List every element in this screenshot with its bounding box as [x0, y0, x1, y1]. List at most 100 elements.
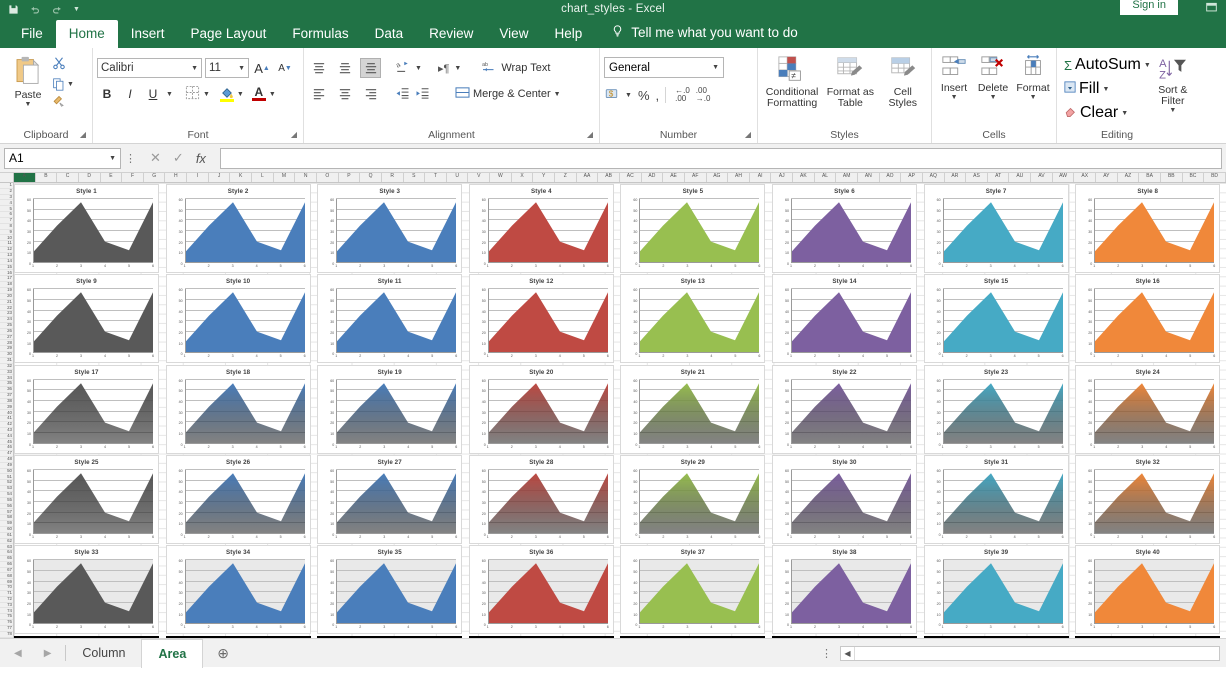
column-header-H[interactable]: H: [165, 173, 188, 182]
area-series[interactable]: [336, 380, 457, 444]
area-series[interactable]: [184, 289, 305, 354]
chart-plot-area[interactable]: 0 10 20 30 40 50 60 1 2 3 4 5 6: [633, 288, 760, 358]
chart-thumbnail-13[interactable]: Style 13 0 10 20 30 40 50 60 1 2 3 4 5 6: [620, 274, 766, 364]
chart-thumbnail-7[interactable]: Style 7 0 10 20 30 40 50 60 1 2 3 4 5 6: [923, 184, 1069, 273]
enter-icon[interactable]: ✓: [173, 150, 184, 166]
chart-thumbnail-4[interactable]: Style 4 0 10 20 30 40 50 60 1 2 3 4 5 6: [468, 184, 614, 273]
cell-styles-button[interactable]: Cell Styles: [878, 53, 927, 109]
cancel-icon[interactable]: ✕: [150, 150, 161, 166]
font-dialog-launcher-icon[interactable]: ◢: [291, 127, 297, 142]
autosum-button[interactable]: Σ AutoSum ▼: [1061, 55, 1154, 75]
merge-center-button[interactable]: Merge & Center ▼: [452, 85, 564, 103]
column-header-Z[interactable]: Z: [555, 173, 577, 182]
area-series[interactable]: [639, 470, 760, 534]
chart-plot-area[interactable]: 0 10 20 30 40 50 60 1 2 3 4 5 6: [633, 198, 760, 268]
chart-thumbnail-15[interactable]: Style 15 0 10 20 30 40 50 60 1 2 3 4 5 6: [923, 274, 1069, 364]
name-box[interactable]: A1 ▼: [4, 147, 121, 169]
chevron-down-icon[interactable]: ▼: [67, 81, 74, 88]
chart-plot-area[interactable]: 0 10 20 30 40 50 60 1 2 3 4 5 6: [633, 468, 760, 539]
sheet-tab-column[interactable]: Column: [66, 639, 141, 668]
new-sheet-icon[interactable]: ⊕: [203, 645, 243, 662]
fill-color-icon[interactable]: [219, 87, 234, 102]
chart-thumbnail-44[interactable]: Style 440102030405060123456: [468, 635, 614, 638]
decrease-font-size-icon[interactable]: A ▼: [275, 58, 295, 78]
column-header-AP[interactable]: AP: [901, 173, 923, 182]
chart-thumbnail-29[interactable]: Style 29 0 10 20 30 40 50 60 1 2 3 4 5 6: [620, 454, 766, 544]
column-header-AZ[interactable]: AZ: [1118, 173, 1140, 182]
copy-button[interactable]: ▼: [52, 78, 74, 91]
text-direction-icon[interactable]: ▸¶: [438, 62, 449, 75]
chart-thumbnail-14[interactable]: Style 14 0 10 20 30 40 50 60 1 2 3 4 5 6: [772, 274, 917, 364]
tab-data[interactable]: Data: [362, 20, 417, 48]
chart-thumbnail-9[interactable]: Style 9 0 10 20 30 40 50 60 1 2 3 4 5 6: [14, 274, 159, 364]
decrease-decimal-icon[interactable]: .00 →.0: [696, 87, 711, 103]
chevron-down-icon[interactable]: ▼: [238, 65, 245, 72]
wrap-text-button[interactable]: ab Wrap Text: [479, 59, 553, 78]
increase-indent-icon[interactable]: [415, 87, 430, 102]
chart-plot-area[interactable]: 0 10 20 30 40 50 60 1 2 3 4 5 6: [633, 559, 760, 629]
area-series[interactable]: [33, 289, 153, 354]
column-header-AI[interactable]: AI: [750, 173, 772, 182]
tab-help[interactable]: Help: [541, 20, 595, 48]
area-series[interactable]: [184, 470, 305, 534]
chart-plot-area[interactable]: 0 10 20 30 40 50 60 1 2 3 4 5 6: [1088, 288, 1215, 358]
horizontal-scrollbar[interactable]: ◀: [840, 645, 1220, 661]
number-format-select[interactable]: General ▼: [604, 57, 724, 78]
align-center-icon[interactable]: [334, 84, 355, 104]
column-header-A[interactable]: A: [14, 173, 36, 182]
italic-button[interactable]: I: [120, 84, 140, 104]
column-header-R[interactable]: R: [382, 173, 404, 182]
column-header-V[interactable]: V: [468, 173, 491, 182]
chart-thumbnail-10[interactable]: Style 10 0 10 20 30 40 50 60 1 2 3 4 5 6: [165, 274, 311, 364]
chart-plot-area[interactable]: 0 10 20 30 40 50 60 1 2 3 4 5 6: [27, 288, 154, 358]
chart-thumbnail-21[interactable]: Style 21 0 10 20 30 40 50 60 1 2 3 4 5 6: [620, 364, 766, 454]
font-size-input[interactable]: 11 ▼: [205, 58, 249, 78]
column-header-B[interactable]: B: [36, 173, 58, 182]
column-header-L[interactable]: L: [252, 173, 274, 182]
clipboard-dialog-launcher-icon[interactable]: ◢: [80, 127, 86, 142]
column-header-AH[interactable]: AH: [728, 173, 750, 182]
sheet-nav-arrows[interactable]: ◀ ▶: [0, 648, 65, 659]
delete-cells-button[interactable]: Delete ▼: [974, 53, 1012, 101]
chart-plot-area[interactable]: 0 10 20 30 40 50 60 1 2 3 4 5 6: [482, 288, 609, 358]
sign-in-button[interactable]: Sign in: [1120, 0, 1178, 15]
chart-plot-area[interactable]: 0 10 20 30 40 50 60 1 2 3 4 5 6: [27, 378, 154, 449]
column-header-M[interactable]: M: [274, 173, 296, 182]
chart-thumbnail-11[interactable]: Style 11 0 10 20 30 40 50 60 1 2 3 4 5 6: [317, 274, 463, 364]
clear-button[interactable]: Clear ▼: [1061, 103, 1154, 123]
area-series[interactable]: [184, 380, 305, 444]
column-header-AX[interactable]: AX: [1074, 173, 1097, 182]
chevron-down-icon[interactable]: ▼: [712, 64, 719, 71]
tab-file[interactable]: File: [8, 20, 56, 48]
area-series[interactable]: [639, 560, 760, 625]
column-header-U[interactable]: U: [447, 173, 469, 182]
percent-style-button[interactable]: %: [638, 88, 650, 103]
chart-plot-area[interactable]: 0 10 20 30 40 50 60 1 2 3 4 5 6: [482, 198, 609, 268]
align-middle-icon[interactable]: [334, 58, 355, 78]
column-header-BC[interactable]: BC: [1183, 173, 1205, 182]
chart-thumbnail-48[interactable]: Style 480102030405060123456: [1075, 635, 1221, 638]
chart-plot-area[interactable]: 0 10 20 30 40 50 60 1 2 3 4 5 6: [633, 378, 760, 449]
chevron-down-icon[interactable]: ▼: [554, 91, 561, 98]
chart-plot-area[interactable]: 0 10 20 30 40 50 60 1 2 3 4 5 6: [937, 468, 1064, 539]
format-as-table-button[interactable]: Format as Table: [823, 53, 877, 109]
area-series[interactable]: [33, 380, 153, 444]
sheet-tabs[interactable]: Column Area: [66, 638, 204, 668]
chart-plot-area[interactable]: 0 10 20 30 40 50 60 1 2 3 4 5 6: [937, 559, 1064, 629]
chart-plot-area[interactable]: 0 10 20 30 40 50 60 1 2 3 4 5 6: [330, 288, 457, 358]
column-header-BD[interactable]: BD: [1204, 173, 1226, 182]
borders-icon[interactable]: [185, 85, 200, 103]
tell-me-box[interactable]: Tell me what you want to do: [595, 18, 808, 48]
chart-plot-area[interactable]: 0 10 20 30 40 50 60 1 2 3 4 5 6: [785, 378, 912, 449]
area-series[interactable]: [336, 199, 457, 263]
chart-plot-area[interactable]: 0 10 20 30 40 50 60 1 2 3 4 5 6: [179, 559, 306, 629]
area-series[interactable]: [942, 470, 1063, 534]
increase-decimal-icon[interactable]: ←.0.00: [675, 87, 690, 103]
area-series[interactable]: [1094, 470, 1215, 534]
chart-plot-area[interactable]: 0 10 20 30 40 50 60 1 2 3 4 5 6: [482, 378, 609, 449]
chevron-down-icon[interactable]: ▼: [166, 91, 173, 98]
chevron-down-icon[interactable]: ▼: [1169, 107, 1176, 114]
column-header-AY[interactable]: AY: [1096, 173, 1118, 182]
tab-page-layout[interactable]: Page Layout: [178, 20, 280, 48]
paste-button[interactable]: Paste ▼: [4, 53, 52, 108]
